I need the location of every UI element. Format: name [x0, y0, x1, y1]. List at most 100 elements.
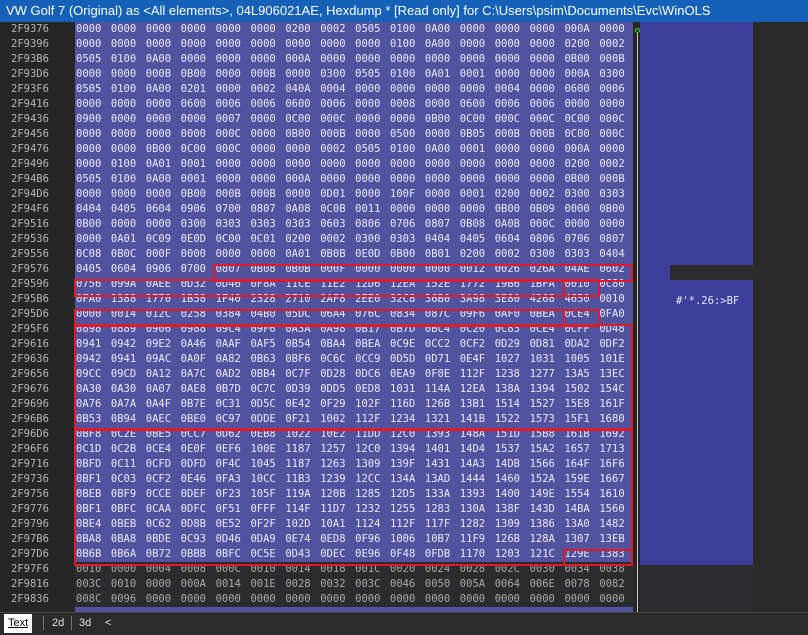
hex-cell[interactable]: 0020: [389, 562, 424, 577]
hex-cell[interactable]: 0000: [110, 562, 145, 577]
hex-cell[interactable]: 0505: [75, 52, 110, 67]
hex-cell[interactable]: 0A00: [424, 37, 459, 52]
hex-cell[interactable]: 1006: [389, 532, 424, 547]
hex-cell[interactable]: 1667: [598, 472, 633, 487]
hex-cell[interactable]: 0A01: [145, 157, 180, 172]
hex-cell[interactable]: 1187: [284, 457, 319, 472]
hex-cell[interactable]: 0002: [319, 142, 354, 157]
hex-cell[interactable]: 0000: [598, 592, 633, 607]
hex-cell[interactable]: 0000: [424, 202, 459, 217]
hex-cell[interactable]: 0600: [459, 97, 494, 112]
hex-cell[interactable]: 0050: [424, 577, 459, 592]
hex-cell[interactable]: 0B6B: [75, 547, 110, 562]
hex-cell[interactable]: 0000: [529, 157, 564, 172]
hex-cell[interactable]: 0000: [145, 217, 180, 232]
hex-cell[interactable]: 0001: [459, 67, 494, 82]
hex-cell[interactable]: 0000: [180, 22, 215, 37]
hex-cell[interactable]: 0D46: [215, 532, 250, 547]
hex-cell[interactable]: 0C62: [145, 517, 180, 532]
hex-cell[interactable]: 0000: [215, 67, 250, 82]
hex-row[interactable]: 0FA0 1388 1770 1B58 1F40 2328 2710 2AF8 2EE0 32C8…: [75, 292, 633, 307]
hex-cell[interactable]: 000B: [145, 67, 180, 82]
hex-cell[interactable]: 0DD5: [319, 382, 354, 397]
hex-cell[interactable]: 0018: [319, 562, 354, 577]
hex-cell[interactable]: 0000: [180, 37, 215, 52]
hex-row[interactable]: 0000 0000 000B 0B00 0000 000B 0000 0300 0505 0100…: [75, 67, 633, 82]
hex-cell[interactable]: 0BBB: [180, 547, 215, 562]
ascii-column[interactable]: [640, 22, 753, 612]
hex-cell[interactable]: 102F: [354, 397, 389, 412]
hex-cell[interactable]: 0A30: [110, 382, 145, 397]
hex-cell[interactable]: 000B: [529, 127, 564, 142]
hex-cell[interactable]: 12EA: [389, 277, 424, 292]
hex-cell[interactable]: 0000: [389, 262, 424, 277]
hex-cell[interactable]: 0FFF: [249, 502, 284, 517]
hex-cell[interactable]: 3E80: [494, 292, 529, 307]
hex-cell[interactable]: 0000: [424, 157, 459, 172]
hex-cell[interactable]: 0AEE: [145, 277, 180, 292]
hex-cell[interactable]: 14A3: [459, 457, 494, 472]
hex-cell[interactable]: 1255: [389, 502, 424, 517]
hex-cell[interactable]: 0000: [424, 97, 459, 112]
hex-cell[interactable]: 0B6A: [110, 547, 145, 562]
hex-cell[interactable]: 006E: [529, 577, 564, 592]
hex-cell[interactable]: 0028: [459, 562, 494, 577]
hex-row[interactable]: 0404 0405 0604 0906 0700 0807 0A08 0C0B 0011 0000…: [75, 202, 633, 217]
hex-cell[interactable]: 0D28: [319, 367, 354, 382]
hex-cell[interactable]: 0000: [249, 157, 284, 172]
hex-cell[interactable]: 0B63: [249, 352, 284, 367]
hex-cell[interactable]: 0A07: [145, 382, 180, 397]
hex-cell[interactable]: 0007: [215, 112, 250, 127]
hex-cell[interactable]: 0505: [75, 172, 110, 187]
hex-cell[interactable]: 0303: [598, 187, 633, 202]
hex-row[interactable]: 0405 0604 0906 0700 0807 0B08 0B0B 000F 0000 0000…: [75, 262, 633, 277]
tab-3d[interactable]: 3d: [75, 614, 95, 633]
hex-cell[interactable]: 0000: [180, 127, 215, 142]
hex-cell[interactable]: 0100: [110, 172, 145, 187]
hex-cell[interactable]: 0002: [598, 37, 633, 52]
hex-row[interactable]: 0BF1 0C03 0CF2 0E46 0FA3 10CC 11B3 1239 12CC 134A…: [75, 472, 633, 487]
hex-cell[interactable]: 1566: [529, 457, 564, 472]
hex-cell[interactable]: 0B00: [494, 202, 529, 217]
hex-cell[interactable]: 0D5D: [389, 352, 424, 367]
hex-cell[interactable]: 15A2: [529, 442, 564, 457]
hex-cell[interactable]: 0DFC: [180, 502, 215, 517]
hex-cell[interactable]: 0000: [319, 52, 354, 67]
hex-cell[interactable]: 0F96: [354, 532, 389, 547]
hex-cell[interactable]: 1522: [494, 412, 529, 427]
hex-cell[interactable]: 0CFF: [563, 322, 598, 337]
hex-cell[interactable]: 121C: [529, 547, 564, 562]
hex-cell[interactable]: 0000: [354, 172, 389, 187]
hex-cell[interactable]: 0CF2: [459, 337, 494, 352]
hex-cell[interactable]: 0B17: [354, 322, 389, 337]
hex-cell[interactable]: 0505: [354, 67, 389, 82]
hex-cell[interactable]: 0001: [180, 172, 215, 187]
hex-cell[interactable]: 10CC: [249, 472, 284, 487]
hex-cell[interactable]: 0C31: [215, 397, 250, 412]
hex-cell[interactable]: 0100: [110, 82, 145, 97]
hex-cell[interactable]: 1713: [598, 442, 633, 457]
hex-cell[interactable]: 0000: [389, 592, 424, 607]
hex-cell[interactable]: 0A76: [75, 397, 110, 412]
hex-cell[interactable]: 12D5: [389, 487, 424, 502]
hex-cell[interactable]: 0000: [110, 112, 145, 127]
hex-cell[interactable]: 0B7E: [180, 397, 215, 412]
hex-cell[interactable]: 12CC: [354, 472, 389, 487]
hex-cell[interactable]: 0806: [529, 232, 564, 247]
hex-cell[interactable]: 0000: [249, 142, 284, 157]
hex-cell[interactable]: 000B: [598, 52, 633, 67]
hex-cell[interactable]: 0F21: [284, 412, 319, 427]
hex-cell[interactable]: 114F: [284, 502, 319, 517]
hex-row[interactable]: 0000 0014 012C 0258 0384 04B0 05DC 06A4 076C 0834…: [75, 307, 633, 322]
hex-cell[interactable]: 000B: [598, 172, 633, 187]
hex-cell[interactable]: 0000: [389, 172, 424, 187]
hex-cell[interactable]: 0300: [529, 247, 564, 262]
hex-cell[interactable]: 0000: [529, 52, 564, 67]
hex-cell[interactable]: 130A: [459, 502, 494, 517]
hex-cell[interactable]: 0000: [529, 592, 564, 607]
hex-cell[interactable]: 2328: [249, 292, 284, 307]
hex-cell[interactable]: 12C0: [354, 442, 389, 457]
hex-cell[interactable]: 0A00: [145, 172, 180, 187]
hex-cell[interactable]: 0AAF: [215, 337, 250, 352]
hex-cell[interactable]: 0AE8: [180, 382, 215, 397]
